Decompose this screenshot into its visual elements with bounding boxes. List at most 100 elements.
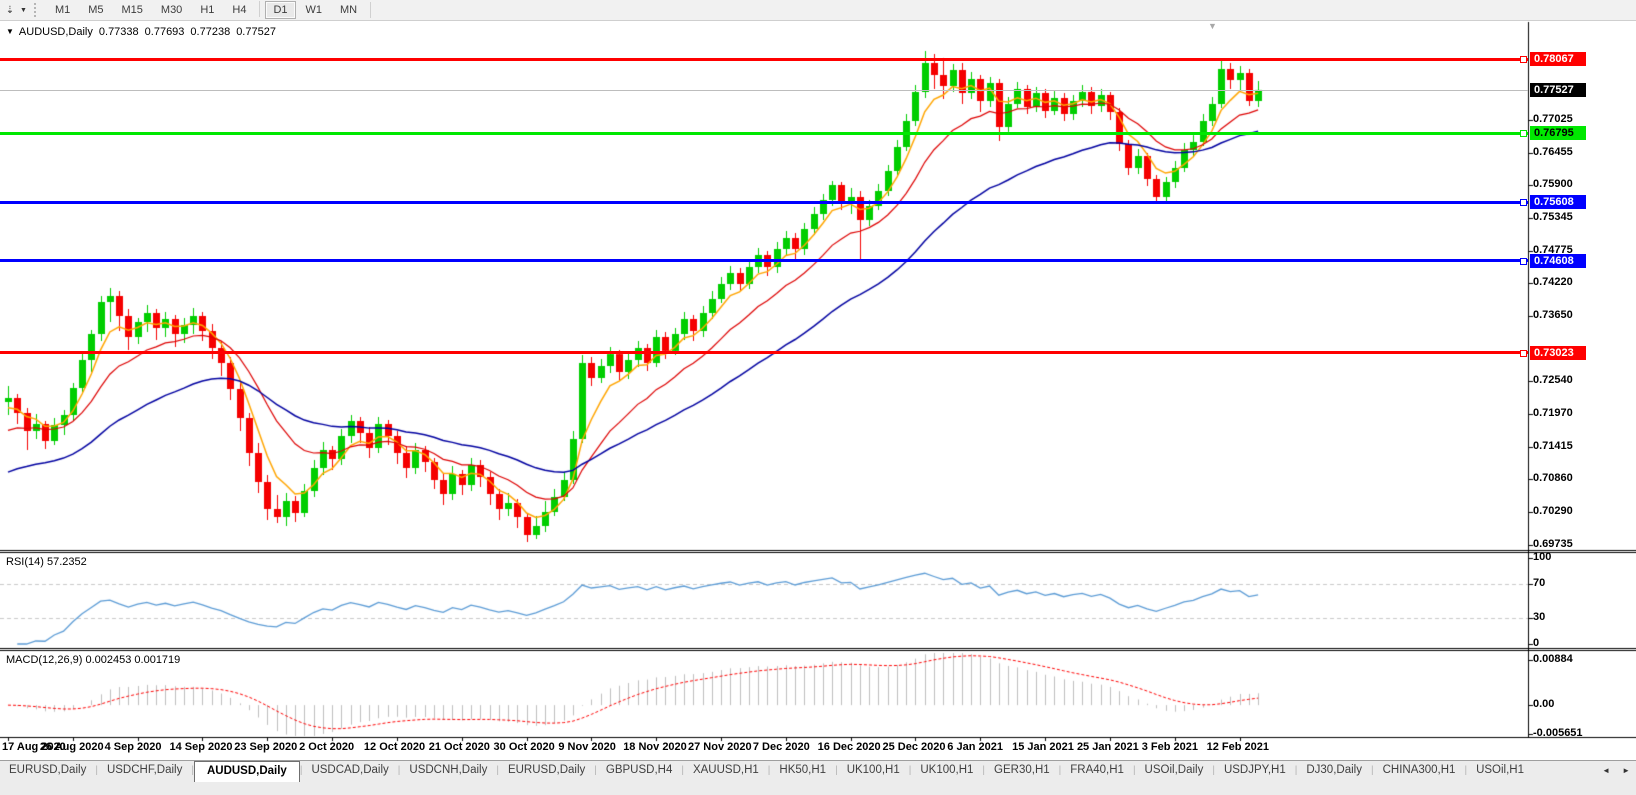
chart-tab-usdchf-1[interactable]: USDCHF,Daily <box>98 761 191 782</box>
support-line-73023[interactable] <box>0 351 1528 354</box>
chart-tab-eurusd-0[interactable]: EURUSD,Daily <box>0 761 95 782</box>
toolbar-drag-handle[interactable] <box>34 3 41 17</box>
chart-tab-usdcnh-4[interactable]: USDCNH,Daily <box>400 761 496 782</box>
toolbar-separator <box>259 1 260 17</box>
date-axis-label: 14 Sep 2020 <box>169 741 232 753</box>
support-line-74608-price-badge: 0.74608 <box>1530 254 1586 268</box>
price-axis-tick-label: 0.77025 <box>1533 113 1573 125</box>
date-axis-label: 18 Nov 2020 <box>623 741 687 753</box>
price-axis-tick-label: 0.72540 <box>1533 374 1573 386</box>
support-line-75608-anchor[interactable] <box>1520 199 1527 206</box>
price-axis-tick-label: 0.69735 <box>1533 538 1573 550</box>
timeframe-button-m30[interactable]: M30 <box>153 1 190 19</box>
date-axis-label: 25 Dec 2020 <box>882 741 945 753</box>
timeframe-button-h1[interactable]: H1 <box>192 1 222 19</box>
date-axis-label: 3 Feb 2021 <box>1142 741 1198 753</box>
price-axis-tick-label: 0.70290 <box>1533 505 1573 517</box>
timeframe-button-h4[interactable]: H4 <box>224 1 254 19</box>
date-axis-label: 7 Dec 2020 <box>753 741 810 753</box>
tabs-scroll-left-icon[interactable]: ◄ <box>1596 766 1616 775</box>
date-axis-label: 15 Jan 2021 <box>1012 741 1074 753</box>
timeframe-button-mn[interactable]: MN <box>332 1 365 19</box>
date-axis-label: 21 Oct 2020 <box>429 741 490 753</box>
timeframe-button-d1[interactable]: D1 <box>265 1 295 19</box>
timeframe-button-m15[interactable]: M15 <box>114 1 151 19</box>
price-axis-tick-label: 0.74220 <box>1533 276 1573 288</box>
chart-tab-hk50-8[interactable]: HK50,H1 <box>770 761 835 782</box>
symbol-tab-bar: EURUSD,Daily|USDCHF,Daily|AUDUSD,Daily|U… <box>0 760 1636 795</box>
resistance-line-78067[interactable] <box>0 58 1528 61</box>
price-axis-tick-label: 0.75345 <box>1533 211 1573 223</box>
symbol-dropdown-icon[interactable]: ▼ <box>6 27 14 36</box>
rsi-axis-tick-label: 100 <box>1533 551 1551 563</box>
chart-tab-china300-16[interactable]: CHINA300,H1 <box>1374 761 1465 782</box>
chart-tab-usoil-13[interactable]: USOil,Daily <box>1136 761 1213 782</box>
chart-tab-usoil-17[interactable]: USOil,H1 <box>1467 761 1533 782</box>
mt4-window: { "toolbar": { "timeframes": ["M1","M5",… <box>0 0 1636 794</box>
dropdown-caret-icon[interactable]: ▼ <box>20 7 27 14</box>
date-axis-label: 25 Jan 2021 <box>1077 741 1139 753</box>
chart-type-icon[interactable]: ⇣ <box>2 3 18 17</box>
chart-shift-marker[interactable]: ▼ <box>1208 21 1217 31</box>
chart-tab-usdjpy-14[interactable]: USDJPY,H1 <box>1215 761 1295 782</box>
timeframe-toolbar: ⇣ ▼ M1M5M15M30H1H4 D1W1MN <box>0 0 1636 21</box>
high-value: 0.77693 <box>145 26 185 38</box>
chart-tab-gbpusd-6[interactable]: GBPUSD,H4 <box>597 761 681 782</box>
support-line-74608-anchor[interactable] <box>1520 258 1527 265</box>
date-axis-label: 16 Dec 2020 <box>818 741 881 753</box>
tabs-scroll-right-icon[interactable]: ► <box>1616 766 1636 775</box>
resistance-line-78067-price-badge: 0.78067 <box>1530 52 1586 66</box>
rsi-axis-tick-label: 70 <box>1533 577 1545 589</box>
price-axis-tick-label: 0.71970 <box>1533 407 1573 419</box>
chart-tab-xauusd-7[interactable]: XAUUSD,H1 <box>684 761 768 782</box>
chart-tab-audusd-2[interactable]: AUDUSD,Daily <box>194 761 300 782</box>
chart-tab-eurusd-5[interactable]: EURUSD,Daily <box>499 761 594 782</box>
date-axis-label: 9 Nov 2020 <box>558 741 615 753</box>
price-axis-tick-label: 0.75900 <box>1533 178 1573 190</box>
chart-title: ▼ AUDUSD,Daily 0.77338 0.77693 0.77238 0.7752… <box>6 26 282 38</box>
current-price-badge: 0.77527 <box>1530 83 1586 97</box>
rsi-axis-tick-label: 30 <box>1533 611 1545 623</box>
rsi-axis-tick-label: 0 <box>1533 637 1539 649</box>
macd-indicator-label: MACD(12,26,9) 0.002453 0.001719 <box>6 654 180 666</box>
price-axis-tick-label: 0.73650 <box>1533 309 1573 321</box>
timeframe-button-m1[interactable]: M1 <box>47 1 78 19</box>
timeframe-button-m5[interactable]: M5 <box>80 1 111 19</box>
chart-tab-uk100-10[interactable]: UK100,H1 <box>911 761 982 782</box>
date-axis-label: 4 Sep 2020 <box>105 741 162 753</box>
support-line-76795-anchor[interactable] <box>1520 130 1527 137</box>
resistance-line-78067-anchor[interactable] <box>1520 56 1527 63</box>
price-chart-canvas[interactable] <box>0 0 1636 760</box>
price-axis-tick-label: 0.76455 <box>1533 146 1573 158</box>
open-value: 0.77338 <box>99 26 139 38</box>
toolbar-separator <box>370 2 371 18</box>
support-line-73023-price-badge: 0.73023 <box>1530 346 1586 360</box>
chart-tab-dj30-15[interactable]: DJ30,Daily <box>1297 761 1371 782</box>
chart-tab-usdcad-3[interactable]: USDCAD,Daily <box>302 761 397 782</box>
support-line-75608-price-badge: 0.75608 <box>1530 195 1586 209</box>
support-line-74608[interactable] <box>0 259 1528 262</box>
current-price-line <box>0 90 1528 91</box>
chart-tab-fra40-12[interactable]: FRA40,H1 <box>1061 761 1133 782</box>
symbol-name: AUDUSD,Daily <box>19 26 93 38</box>
date-axis-label: 12 Oct 2020 <box>364 741 425 753</box>
rsi-indicator-label: RSI(14) 57.2352 <box>6 556 87 568</box>
date-axis-label: 26 Aug 2020 <box>40 741 104 753</box>
date-axis-label: 23 Sep 2020 <box>234 741 297 753</box>
chart-tab-uk100-9[interactable]: UK100,H1 <box>838 761 909 782</box>
chart-tab-ger30-11[interactable]: GER30,H1 <box>985 761 1059 782</box>
low-value: 0.77238 <box>190 26 230 38</box>
support-line-75608[interactable] <box>0 201 1528 204</box>
timeframe-button-w1[interactable]: W1 <box>298 1 331 19</box>
price-axis-tick-label: 0.71415 <box>1533 440 1573 452</box>
support-line-76795-price-badge: 0.76795 <box>1530 126 1586 140</box>
date-axis-label: 6 Jan 2021 <box>947 741 1003 753</box>
date-axis-label: 30 Oct 2020 <box>494 741 555 753</box>
macd-axis-tick-label: 0.00 <box>1533 698 1554 710</box>
date-axis-label: 27 Nov 2020 <box>688 741 752 753</box>
date-axis-label: 12 Feb 2021 <box>1207 741 1269 753</box>
support-line-73023-anchor[interactable] <box>1520 350 1527 357</box>
close-value: 0.77527 <box>236 26 276 38</box>
macd-axis-tick-label: 0.00884 <box>1533 653 1573 665</box>
support-line-76795[interactable] <box>0 132 1528 135</box>
